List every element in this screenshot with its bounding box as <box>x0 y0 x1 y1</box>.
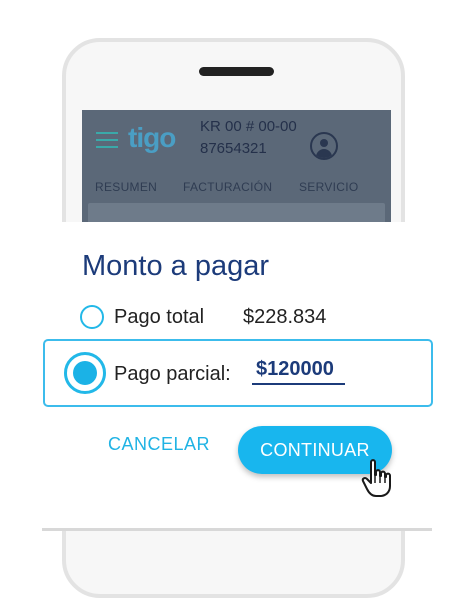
pago-parcial-label: Pago parcial: <box>114 363 231 385</box>
dialog-bottom-edge <box>42 528 432 531</box>
pago-parcial-amount-input[interactable] <box>252 357 345 385</box>
cancel-button[interactable]: CANCELAR <box>108 434 210 455</box>
pago-total-label: Pago total <box>114 306 205 328</box>
radio-selected-dot <box>73 361 97 385</box>
tigo-logo: tigo <box>128 122 176 153</box>
dialog-title: Monto a pagar <box>82 250 270 282</box>
hand-pointer-icon <box>361 459 391 497</box>
menu-icon[interactable] <box>96 132 118 153</box>
tab-resumen[interactable]: RESUMEN <box>95 180 157 194</box>
user-avatar-icon[interactable] <box>310 132 338 160</box>
pago-total-amount: $228.834 <box>243 306 327 328</box>
radio-pago-parcial[interactable] <box>64 352 106 394</box>
phone-speaker <box>199 67 274 76</box>
account-number: 87654321 <box>200 140 267 157</box>
radio-pago-total[interactable] <box>80 305 104 329</box>
tab-facturacion[interactable]: FACTURACIÓN <box>183 180 272 194</box>
tab-servicio[interactable]: SERVICIO <box>299 180 359 194</box>
tab-bar: RESUMEN FACTURACIÓN SERVICIO <box>82 180 391 200</box>
app-screen-background: tigo KR 00 # 00-00 87654321 RESUMEN FACT… <box>82 110 391 230</box>
account-address: KR 00 # 00-00 <box>200 118 297 135</box>
